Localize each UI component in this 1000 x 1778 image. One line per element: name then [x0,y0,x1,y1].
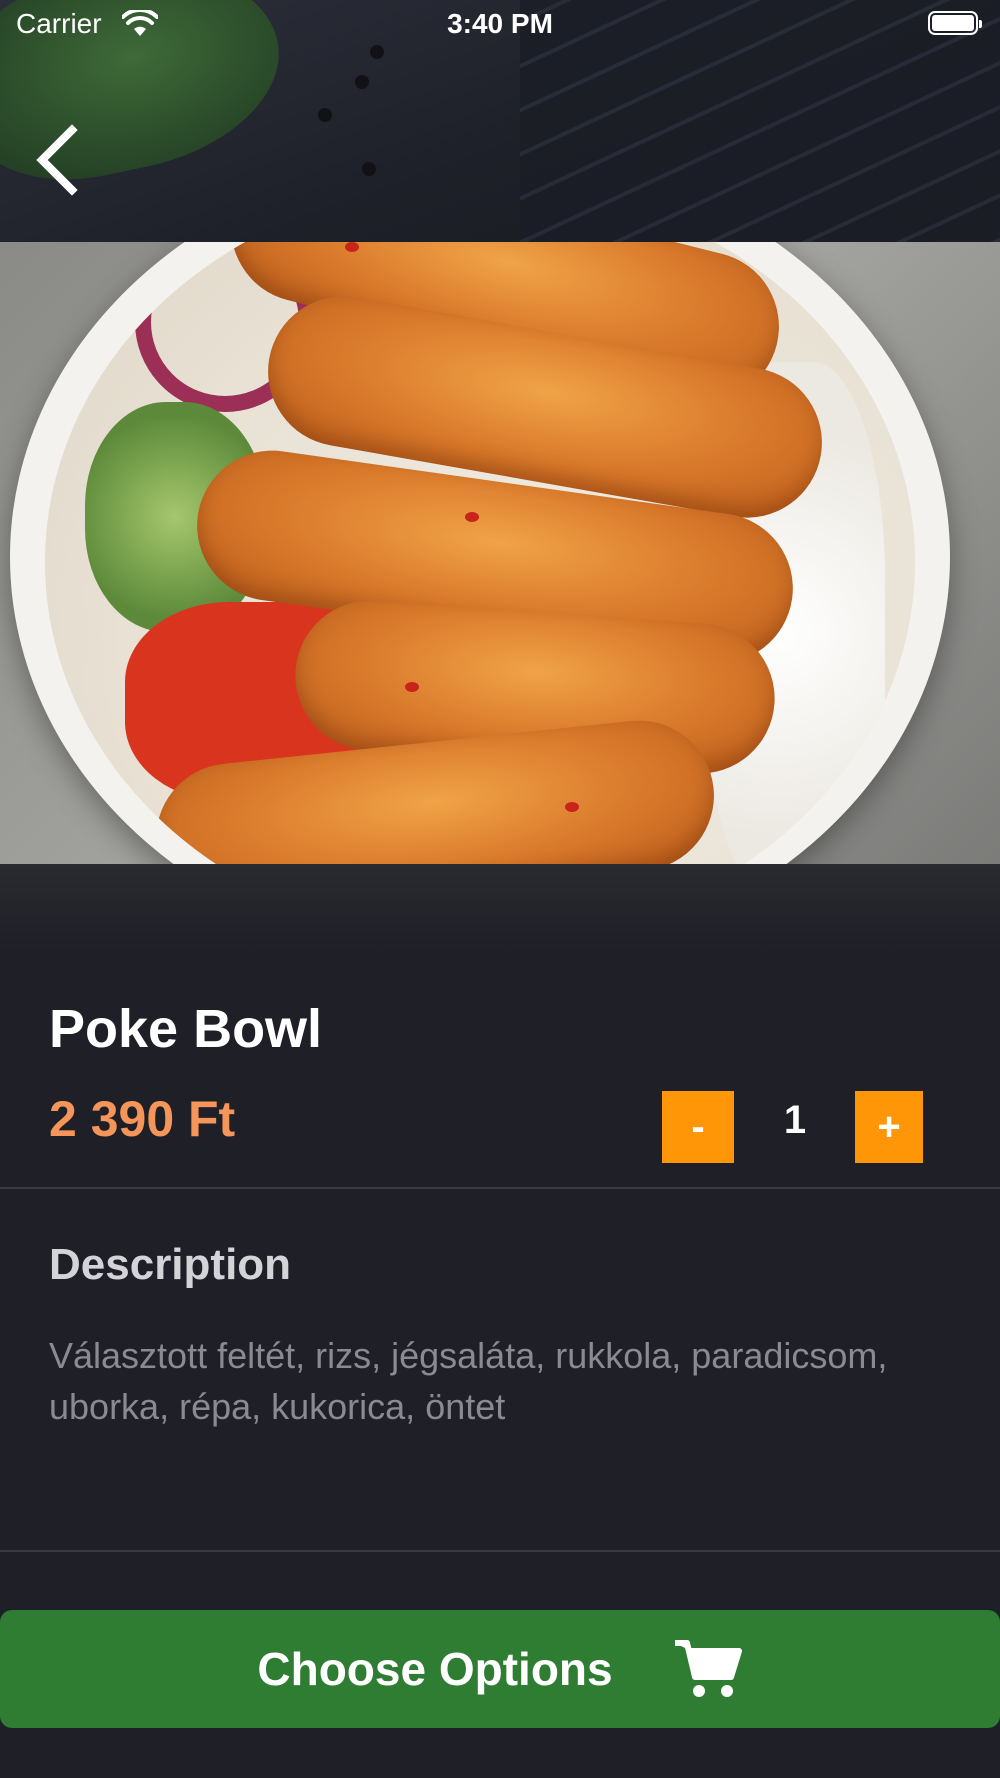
divider [0,1187,1000,1189]
product-title: Poke Bowl [49,999,323,1059]
peppercorn-decoration [355,75,369,89]
shopping-cart-icon [674,1640,742,1697]
quantity-decrease-button[interactable]: - [662,1091,734,1163]
description-heading: Description [49,1240,292,1289]
image-fade [0,864,1000,954]
product-image [0,242,1000,864]
choose-options-button[interactable]: Choose Options [0,1610,1000,1728]
divider [0,1550,1000,1552]
product-price: 2 390 Ft [49,1091,236,1147]
back-button[interactable] [30,120,90,200]
clock-time: 3:40 PM [447,8,553,39]
peppercorn-decoration [362,162,376,176]
battery-icon [928,11,982,35]
quantity-increase-button[interactable]: + [855,1091,923,1163]
description-text: Választott feltét, rizs, jégsaláta, rukk… [49,1335,888,1427]
quantity-value: 1 [783,1098,807,1142]
status-bar: Carrier 3:40 PM [0,0,1000,50]
chevron-left-icon [36,124,78,196]
peppercorn-decoration [318,108,332,122]
choose-options-label: Choose Options [257,1643,613,1695]
